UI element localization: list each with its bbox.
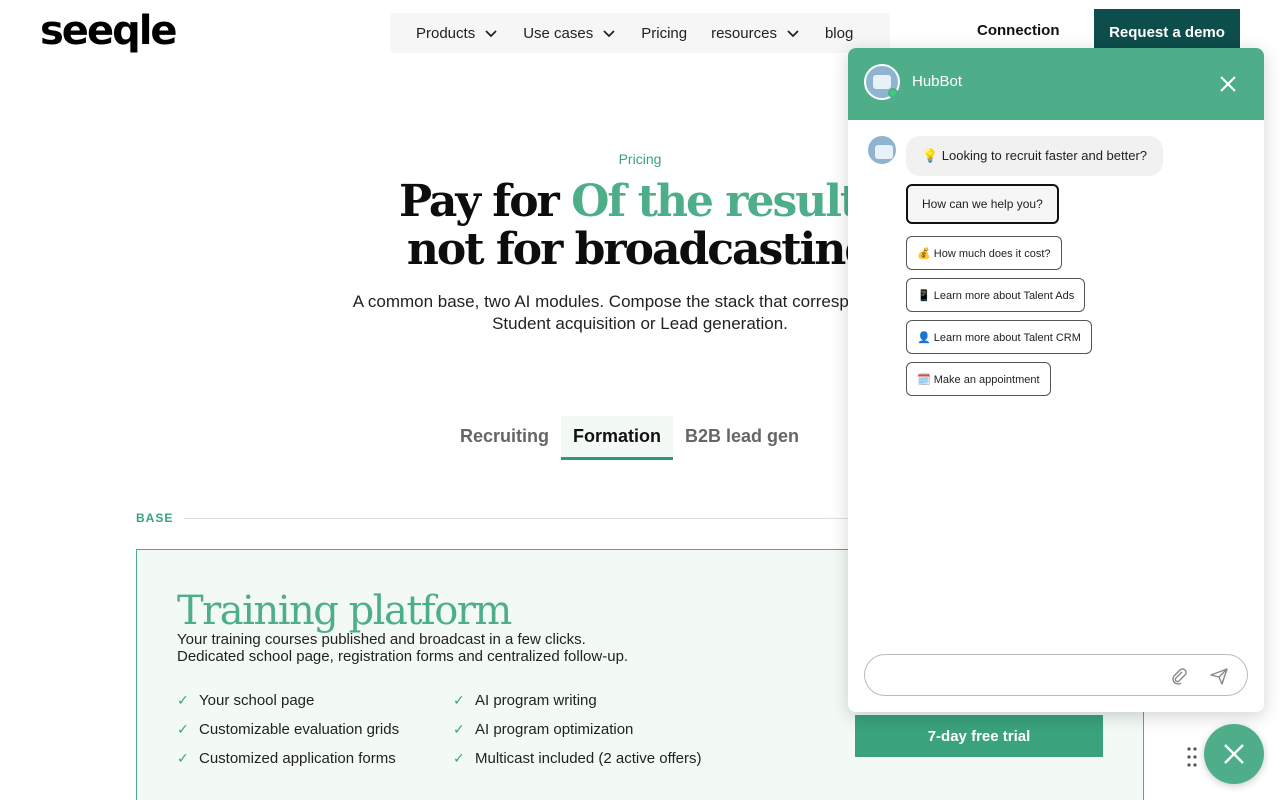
subtitle-line1: A common base, two AI modules. Compose t…	[352, 292, 928, 311]
feature-label: Customized application forms	[199, 750, 396, 767]
chat-option-cost[interactable]: 💰 How much does it cost?	[906, 236, 1062, 270]
nav-pricing[interactable]: Pricing	[641, 25, 687, 42]
feature-item: ✓ AI program optimization	[453, 721, 633, 738]
nav-products[interactable]: Products	[416, 25, 499, 42]
nav-use-cases[interactable]: Use cases	[523, 25, 617, 42]
online-status-icon	[888, 88, 898, 98]
chat-option-talent-crm[interactable]: 👤 Learn more about Talent CRM	[906, 320, 1092, 354]
desc-line1: Your training courses published and broa…	[177, 631, 586, 648]
feature-label: Your school page	[199, 692, 315, 709]
chat-launcher-button[interactable]	[1204, 724, 1264, 784]
check-icon: ✓	[177, 721, 189, 737]
feature-item: ✓ Customized application forms	[177, 750, 396, 767]
nav-pricing-label: Pricing	[641, 24, 688, 42]
chat-composer	[864, 654, 1248, 696]
check-icon: ✓	[453, 750, 465, 766]
paperclip-icon[interactable]	[1169, 666, 1189, 686]
nav-resources-label: resources	[711, 24, 777, 42]
feature-label: AI program optimization	[475, 721, 634, 738]
close-icon	[1224, 744, 1244, 764]
check-icon: ✓	[177, 750, 189, 766]
subtitle-line2: Student acquisition or Lead generation.	[492, 314, 788, 333]
free-trial-button[interactable]: 7-day free trial	[855, 715, 1103, 757]
feature-label: Multicast included (2 active offers)	[475, 750, 702, 767]
bot-message-avatar	[866, 134, 898, 166]
send-icon[interactable]	[1209, 666, 1229, 686]
chat-option-appointment[interactable]: 🗓️ Make an appointment	[906, 362, 1051, 396]
nav-resources[interactable]: resources	[711, 25, 801, 42]
tab-b2b-lead-gen[interactable]: B2B lead gen	[673, 416, 811, 460]
nav-blog[interactable]: blog	[825, 25, 853, 42]
feature-item: ✓ Your school page	[177, 692, 314, 709]
feature-item: ✓ Multicast included (2 active offers)	[453, 750, 702, 767]
feature-label: AI program writing	[475, 692, 597, 709]
check-icon: ✓	[177, 692, 189, 708]
card-title: Training platform	[177, 588, 512, 634]
tab-formation[interactable]: Formation	[561, 416, 674, 460]
chat-message-input[interactable]	[881, 665, 1161, 687]
divider	[184, 518, 848, 519]
chevron-down-icon	[787, 30, 799, 38]
chat-option-talent-ads[interactable]: 📱 Learn more about Talent Ads	[906, 278, 1086, 312]
title-line2: not for broadcasting	[406, 224, 875, 275]
pricing-tabs: Recruiting Formation B2B lead gen	[448, 416, 811, 460]
seeqle-logo[interactable]: seeqle	[40, 8, 178, 54]
title-part1: Pay for	[398, 176, 572, 227]
card-description: Your training courses published and broa…	[177, 631, 628, 665]
title-accent: Of the results	[571, 176, 883, 227]
chat-widget: HubBot 💡 Looking to recruit faster and b…	[848, 48, 1264, 712]
nav-use-cases-label: Use cases	[523, 24, 594, 42]
bot-name: HubBot	[912, 73, 963, 90]
chat-option-help[interactable]: How can we help you?	[906, 184, 1059, 224]
check-icon: ✓	[453, 721, 465, 737]
main-nav: Products Use cases Pricing resources blo…	[390, 13, 890, 53]
feature-item: ✓ Customizable evaluation grids	[177, 721, 399, 738]
chat-header: HubBot	[848, 48, 1264, 120]
nav-products-label: Products	[416, 24, 476, 42]
nav-blog-label: blog	[824, 24, 854, 42]
desc-line2: Dedicated school page, registration form…	[177, 648, 629, 665]
bot-message: 💡 Looking to recruit faster and better?	[906, 136, 1164, 176]
feature-label: Customizable evaluation grids	[199, 721, 400, 738]
close-icon[interactable]	[1218, 74, 1238, 94]
tab-recruiting[interactable]: Recruiting	[448, 416, 561, 460]
chevron-down-icon	[603, 30, 615, 38]
drag-handle-icon[interactable]	[1186, 746, 1198, 768]
base-section-label: BASE	[136, 511, 174, 525]
check-icon: ✓	[453, 692, 465, 708]
feature-item: ✓ AI program writing	[453, 692, 597, 709]
connection-link[interactable]: Connection	[977, 22, 1060, 39]
chevron-down-icon	[485, 30, 497, 38]
